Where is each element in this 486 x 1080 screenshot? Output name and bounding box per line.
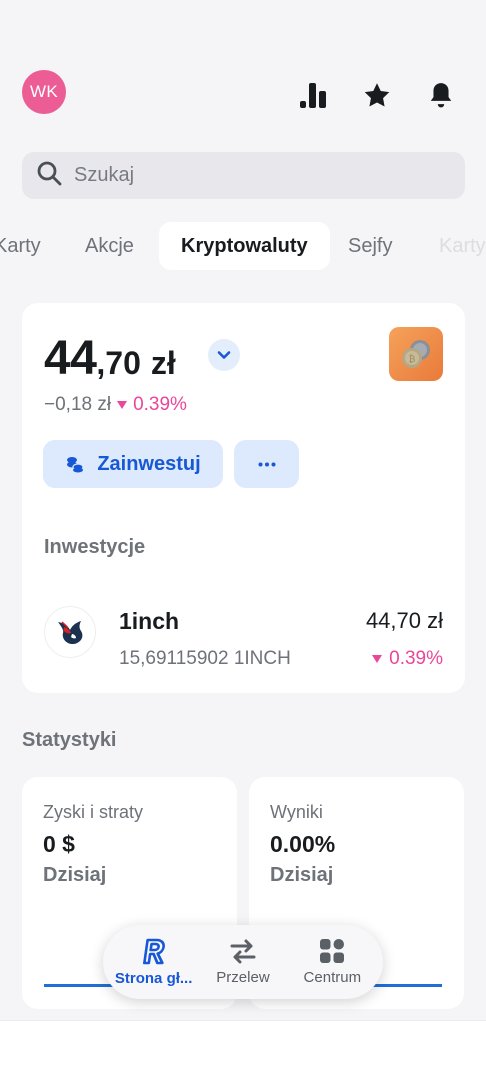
tab-akcje[interactable]: Akcje bbox=[85, 222, 134, 270]
balance-decimal: ,70 bbox=[96, 345, 141, 381]
holding-value: 44,70 zł bbox=[365, 608, 443, 633]
stats-title: Statystyki bbox=[22, 729, 117, 751]
transfer-arrows-icon bbox=[230, 939, 256, 964]
balance: 44 ,70 zł bbox=[44, 331, 176, 386]
nav-transfer[interactable]: Przelew bbox=[199, 938, 287, 986]
stat-label: Zyski i straty bbox=[43, 802, 144, 822]
chevron-down-icon bbox=[217, 351, 231, 359]
holding-name[interactable]: 1inch bbox=[119, 608, 179, 635]
more-options-button[interactable] bbox=[234, 440, 299, 488]
stat-value: 0.00% bbox=[270, 831, 336, 857]
invest-button-label: Zainwestuj bbox=[97, 452, 201, 475]
change-percent: 0.39% bbox=[117, 394, 187, 416]
system-bottom-bar bbox=[0, 1020, 486, 1080]
nav-hub[interactable]: Centrum bbox=[288, 938, 376, 986]
holding-quantity: 15,69115902 1INCH bbox=[119, 648, 291, 669]
header-actions bbox=[298, 80, 456, 110]
bell-icon[interactable] bbox=[426, 80, 456, 110]
portfolio-card: 44 ,70 zł ₿ −0,18 zł 0.39% Zainwestuj In… bbox=[22, 303, 465, 693]
down-triangle-icon bbox=[372, 655, 383, 663]
balance-currency: zł bbox=[150, 345, 176, 381]
star-icon[interactable] bbox=[362, 80, 392, 110]
tab-sejfy[interactable]: Sejfy bbox=[348, 222, 392, 270]
stat-label: Wyniki bbox=[270, 802, 323, 822]
invest-button[interactable]: Zainwestuj bbox=[43, 440, 223, 488]
grid-icon bbox=[320, 939, 345, 963]
more-dots-icon bbox=[258, 462, 275, 466]
investments-title: Inwestycje bbox=[44, 536, 146, 558]
crypto-coins-icon[interactable]: ₿ bbox=[389, 327, 443, 381]
revolut-logo-icon bbox=[142, 938, 165, 965]
nav-home-label: Strona gł... bbox=[114, 970, 193, 987]
search-input[interactable] bbox=[74, 164, 434, 187]
change-percent-value: 0.39% bbox=[133, 394, 187, 415]
nav-hub-label: Centrum bbox=[303, 969, 362, 986]
change-amount: −0,18 zł bbox=[44, 394, 112, 415]
holding-change-value: 0.39% bbox=[389, 648, 443, 669]
stat-value: 0 $ bbox=[43, 831, 75, 857]
avatar[interactable]: WK bbox=[22, 70, 66, 114]
down-triangle-icon bbox=[117, 401, 128, 409]
holding-change: 0.39% bbox=[372, 648, 443, 670]
category-tabs: Karty Akcje Kryptowaluty Sejfy Karty bbox=[0, 222, 486, 270]
tab-karty-2[interactable]: Karty bbox=[439, 222, 486, 270]
coins-icon bbox=[67, 457, 84, 473]
chart-icon[interactable] bbox=[298, 80, 328, 110]
tab-kryptowaluty[interactable]: Kryptowaluty bbox=[159, 222, 330, 270]
search-icon bbox=[36, 160, 62, 191]
balance-dropdown-button[interactable] bbox=[208, 339, 240, 371]
tab-karty[interactable]: Karty bbox=[0, 222, 41, 270]
bottom-navigation: Strona gł... Przelew Centrum bbox=[103, 925, 383, 999]
balance-change: −0,18 zł 0.39% bbox=[44, 394, 187, 416]
stat-period: Dzisiaj bbox=[43, 864, 107, 886]
1inch-logo-icon bbox=[44, 606, 96, 658]
balance-integer: 44 bbox=[44, 332, 97, 385]
stat-period: Dzisiaj bbox=[270, 864, 334, 886]
nav-home[interactable]: Strona gł... bbox=[110, 937, 198, 987]
search-bar[interactable] bbox=[22, 152, 465, 199]
svg-text:₿: ₿ bbox=[409, 354, 416, 365]
nav-transfer-label: Przelew bbox=[216, 969, 270, 986]
